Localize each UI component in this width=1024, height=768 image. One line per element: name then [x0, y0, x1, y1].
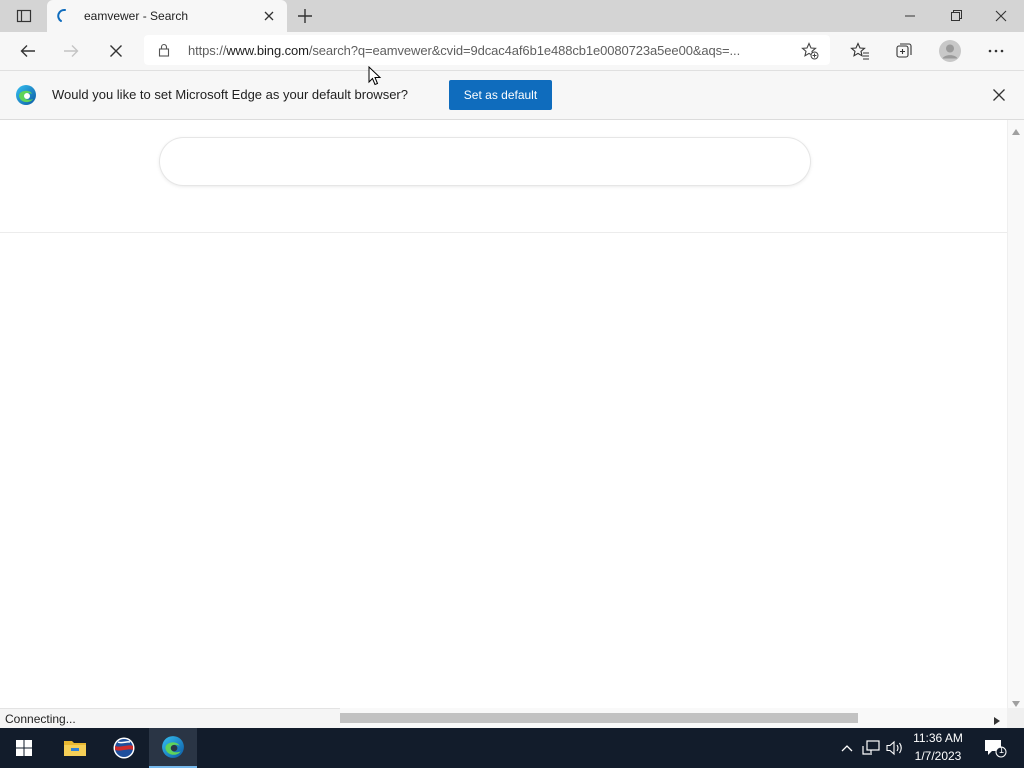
url-path: /search?q=eamvewer&cvid=9dcac4af6b1e488c… [308, 43, 741, 58]
url-prefix: https:// [188, 43, 227, 58]
notification-count: 1 [999, 745, 1005, 755]
clock-date[interactable]: 1/7/2023 [912, 749, 964, 763]
server-manager-icon[interactable] [100, 728, 148, 768]
page-content [0, 120, 1007, 708]
scrollbar-corner [1007, 708, 1024, 728]
start-button[interactable] [0, 728, 48, 768]
scroll-up-arrow-icon[interactable] [1012, 124, 1020, 138]
vertical-scrollbar[interactable] [1007, 120, 1024, 708]
add-favorite-icon[interactable] [800, 41, 820, 61]
new-tab-button[interactable] [294, 6, 316, 26]
horizontal-scrollbar[interactable] [340, 708, 1007, 728]
address-bar[interactable]: https://www.bing.com/search?q=eamvewer&c… [144, 35, 830, 65]
loading-spinner-icon [57, 8, 73, 24]
back-button[interactable] [14, 37, 42, 65]
tab-actions-menu-icon[interactable] [8, 6, 40, 26]
status-text: Connecting... [5, 712, 76, 726]
favorites-icon[interactable] [846, 37, 874, 65]
settings-more-icon[interactable] [982, 37, 1010, 65]
taskbar-edge-icon[interactable] [149, 728, 197, 768]
forward-button[interactable] [57, 37, 85, 65]
tab-close-icon[interactable] [261, 8, 277, 24]
volume-icon[interactable] [886, 739, 904, 757]
edge-logo-icon [15, 84, 37, 106]
action-center-icon[interactable]: 1 [983, 739, 1007, 758]
show-hidden-icons-chevron-icon[interactable] [838, 739, 856, 757]
status-bubble: Connecting... [0, 708, 341, 729]
tab-strip: eamvewer - Search [0, 0, 1024, 32]
infobar-close-icon[interactable] [990, 86, 1008, 104]
browser-tab[interactable]: eamvewer - Search [47, 0, 287, 32]
restore-button[interactable] [942, 6, 970, 26]
url-text[interactable]: https://www.bing.com/search?q=eamvewer&c… [188, 43, 788, 58]
windows-logo-icon [16, 740, 32, 756]
network-icon[interactable] [862, 739, 880, 757]
profile-avatar-icon[interactable] [936, 37, 964, 65]
minimize-button[interactable] [896, 6, 924, 26]
mouse-cursor-icon [368, 65, 382, 89]
close-window-button[interactable] [987, 6, 1015, 26]
stop-loading-button[interactable] [102, 37, 130, 65]
browser-toolbar: https://www.bing.com/search?q=eamvewer&c… [0, 32, 1024, 71]
header-divider [0, 232, 1007, 233]
clock-time[interactable]: 11:36 AM [912, 731, 964, 745]
collections-icon[interactable] [890, 37, 918, 65]
lock-icon[interactable] [156, 42, 172, 58]
taskbar: 11:36 AM 1/7/2023 1 [0, 728, 1024, 768]
scroll-right-arrow-icon[interactable] [994, 714, 1000, 728]
infobar-message: Would you like to set Microsoft Edge as … [52, 87, 408, 102]
horizontal-scroll-thumb[interactable] [340, 713, 858, 723]
tab-title: eamvewer - Search [84, 9, 189, 23]
set-as-default-button[interactable]: Set as default [449, 80, 552, 110]
url-host: www.bing.com [226, 43, 309, 58]
default-browser-infobar: Would you like to set Microsoft Edge as … [0, 71, 1024, 120]
file-explorer-icon[interactable] [51, 728, 99, 768]
search-input[interactable] [160, 138, 810, 185]
